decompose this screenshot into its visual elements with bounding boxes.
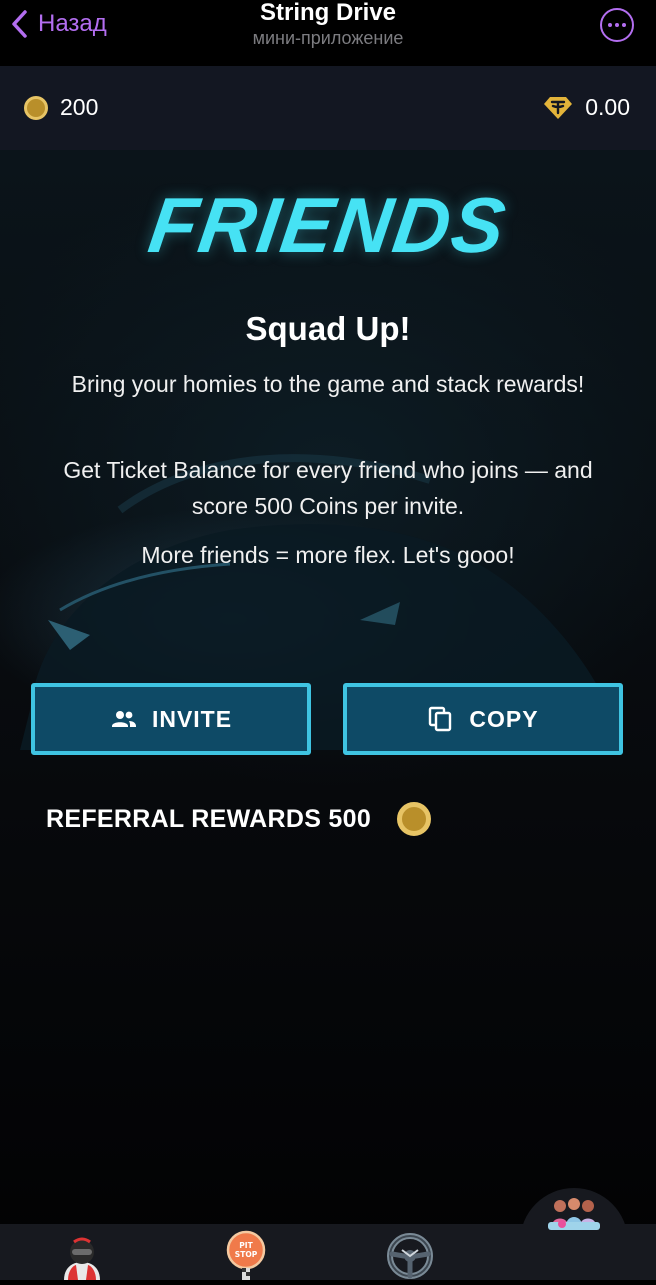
nav-garage-tab[interactable] xyxy=(386,1232,434,1280)
steering-wheel-icon xyxy=(387,1233,433,1279)
pit-stop-icon: PIT STOP xyxy=(226,1230,266,1280)
friends-page: FRIENDS Squad Up! Bring your homies to t… xyxy=(0,150,656,1280)
copy-icon xyxy=(429,706,452,732)
invite-button[interactable]: INVITE xyxy=(31,683,311,755)
description-paragraph-1: Bring your homies to the game and stack … xyxy=(71,371,585,397)
ton-balance: 0.00 xyxy=(543,94,630,121)
bottom-navigation: PIT STOP xyxy=(0,1188,656,1280)
svg-text:PIT: PIT xyxy=(239,1241,253,1250)
more-options-button[interactable] xyxy=(600,8,634,42)
ton-balance-value: 0.00 xyxy=(585,94,630,120)
copy-button[interactable]: COPY xyxy=(343,683,623,755)
title-block: String Drive мини-приложение xyxy=(0,0,656,50)
app-title: String Drive xyxy=(259,0,397,26)
page-heading: Squad Up! xyxy=(245,310,411,347)
nav-pit-stop-tab[interactable]: PIT STOP xyxy=(224,1230,268,1280)
description-paragraph-3: More friends = more flex. Let's gooo! xyxy=(141,542,515,568)
coin-icon xyxy=(24,95,48,120)
friends-logo: FRIENDS xyxy=(143,181,513,269)
svg-text:STOP: STOP xyxy=(235,1250,258,1259)
more-dot-icon xyxy=(608,23,612,27)
referral-rewards: REFERRAL REWARDS 500 xyxy=(46,802,432,836)
more-dot-icon xyxy=(622,23,626,27)
coin-balance: 200 xyxy=(24,94,98,121)
referral-rewards-label: REFERRAL REWARDS 500 xyxy=(46,804,372,833)
coin-icon xyxy=(397,802,432,836)
balance-bar: 200 0.00 xyxy=(0,66,656,150)
coin-balance-value: 200 xyxy=(60,94,99,120)
nav-friends-tab[interactable] xyxy=(544,1194,604,1234)
invite-button-label: INVITE xyxy=(151,705,233,732)
people-icon xyxy=(111,711,136,727)
friends-group-icon xyxy=(548,1198,600,1230)
more-dot-icon xyxy=(615,23,619,27)
copy-button-label: COPY xyxy=(469,705,539,732)
tether-icon xyxy=(544,96,573,119)
description-paragraph-2: Get Ticket Balance for every friend who … xyxy=(63,457,593,519)
telegram-header: Назад String Drive мини-приложение xyxy=(0,0,656,66)
app-subtitle: мини-приложение xyxy=(252,28,404,48)
nav-racer-tab[interactable] xyxy=(58,1232,106,1280)
racer-icon xyxy=(64,1237,100,1280)
